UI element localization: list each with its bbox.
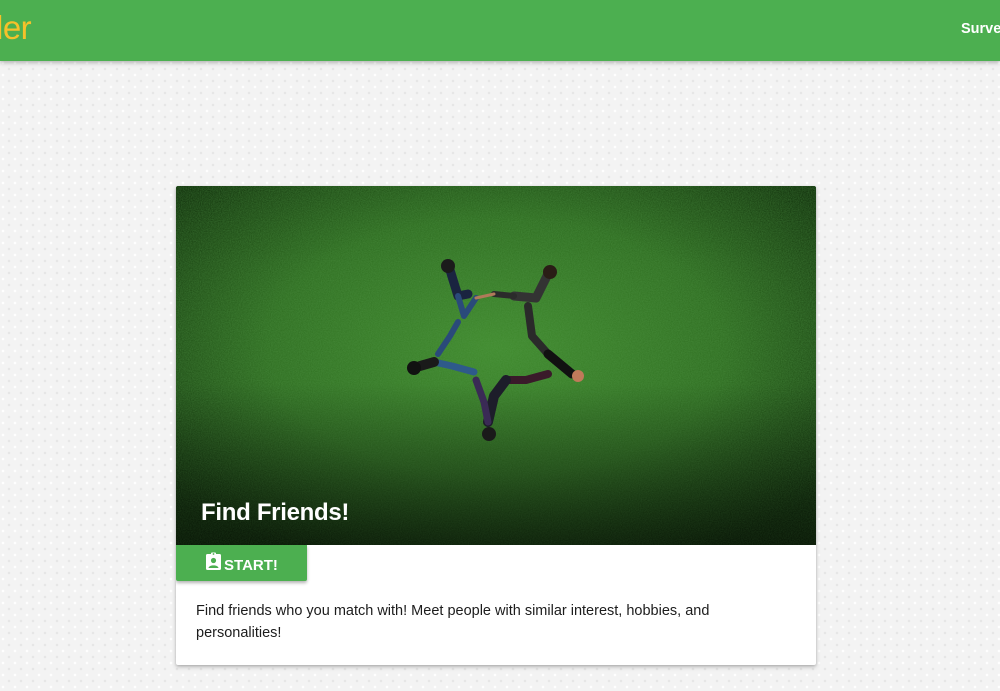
start-button[interactable]: START! [176,545,307,581]
navbar: ler Survey [0,0,1000,61]
start-button-label: START! [224,556,278,574]
brand-logo[interactable]: ler [0,8,32,48]
assignment-ind-icon [205,552,222,571]
card-title: Find Friends! [201,499,350,526]
nav-link-survey[interactable]: Survey [961,20,1000,38]
card-description: Find friends who you match with! Meet pe… [196,603,710,641]
find-friends-card: Find Friends! START! Find friends who yo… [176,186,816,665]
card-image: Find Friends! [176,186,816,545]
grass-star-photo [176,186,816,545]
